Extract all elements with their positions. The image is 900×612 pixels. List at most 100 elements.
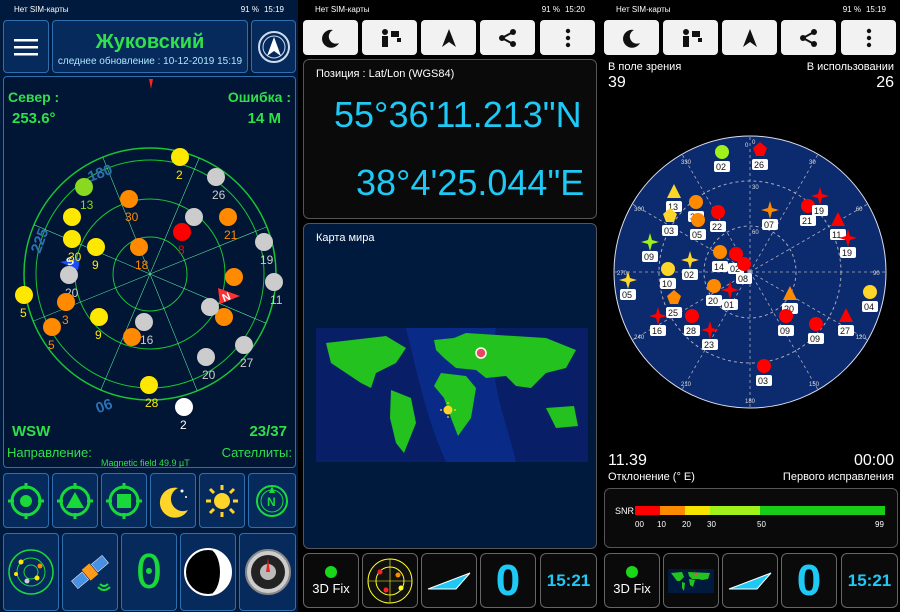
satellite-widget[interactable] — [62, 533, 118, 611]
satellite-label: 20 — [708, 296, 718, 306]
satellite-marker — [757, 359, 771, 373]
satellite-marker — [201, 298, 219, 316]
map-button[interactable] — [663, 553, 719, 608]
person-button[interactable] — [663, 20, 718, 55]
radar-widget[interactable] — [3, 533, 59, 611]
satellite-count-button[interactable]: 0 — [781, 553, 837, 608]
clock-value: 15:21 — [847, 570, 892, 590]
triangle-target-icon — [57, 482, 93, 519]
more-button[interactable] — [540, 20, 595, 55]
share-button[interactable] — [480, 20, 535, 55]
clock-button[interactable]: 15:21 — [841, 553, 898, 608]
night-mode-button[interactable] — [604, 20, 659, 55]
satellite-label: 19 — [260, 253, 274, 267]
carrier-text: Нет SIM-карты — [14, 4, 69, 14]
satellite-label: 13 — [80, 198, 94, 212]
satellite-label: 21 — [224, 228, 238, 242]
battery-text: 91 % — [842, 4, 861, 14]
satellite-marker — [87, 238, 105, 256]
satellite-label: 05 — [622, 290, 632, 300]
svg-text:N: N — [267, 495, 276, 509]
person-button[interactable] — [362, 20, 417, 55]
moon-phase-widget[interactable] — [180, 533, 236, 611]
azimuth-tick: 30 — [809, 160, 816, 166]
compass-logo-button[interactable] — [251, 20, 296, 73]
snr-tick: 20 — [682, 520, 691, 529]
satellite-label: 09 — [780, 326, 790, 336]
night-mode-button[interactable] — [150, 473, 196, 528]
satellite-marker — [63, 230, 81, 248]
satellite-label: 03 — [664, 226, 674, 236]
satellite-label: 08 — [738, 274, 748, 284]
status-bar: Нет SIM-карты 91 % 15:20 — [301, 0, 599, 18]
locate-button[interactable] — [3, 473, 49, 528]
square-button[interactable] — [101, 473, 147, 528]
satellite-label: 07 — [764, 220, 774, 230]
fix-status-button[interactable]: 3D Fix — [303, 553, 359, 608]
satellite-marker — [711, 205, 725, 219]
compass-logo-icon — [257, 30, 290, 63]
satellite-marker — [265, 273, 283, 291]
day-mode-button[interactable] — [199, 473, 245, 528]
position-panel: Позиция : Lat/Lon (WGS84) 55°36'11.213"N… — [303, 59, 597, 219]
radar-button[interactable] — [362, 553, 418, 608]
satellite-icon — [71, 554, 111, 591]
satellite-marker — [197, 348, 215, 366]
sun-icon — [206, 484, 238, 517]
digit-widget[interactable]: 0 — [121, 533, 177, 611]
share-button[interactable] — [781, 20, 836, 55]
gauge-widget[interactable] — [239, 533, 296, 611]
satellite-marker — [689, 195, 703, 209]
satellite-marker — [715, 145, 729, 159]
satellite-label: 10 — [662, 279, 672, 289]
compass-needle-button[interactable] — [722, 553, 778, 608]
satellite-marker — [130, 238, 148, 256]
triangle-button[interactable] — [52, 473, 98, 528]
satellite-count-button[interactable]: 0 — [480, 553, 536, 608]
satellite-label: 26 — [754, 160, 764, 170]
digit-display: 0 — [135, 545, 163, 599]
compass-button[interactable]: N — [248, 473, 296, 528]
magnetic-field-text: Magnetic field 49.9 µT — [101, 458, 190, 468]
status-bar: Нет SIM-карты 91 % 15:19 — [0, 0, 298, 18]
square-target-icon — [106, 482, 142, 519]
deviation-label: Отклонение (° E) — [608, 471, 695, 483]
compass-needle-button[interactable] — [421, 553, 477, 608]
battery-text: 91 % — [240, 4, 259, 14]
moon-icon — [321, 29, 339, 48]
position-label: Позиция : Lat/Lon (WGS84) — [316, 68, 455, 80]
compass-panel: Север : 253.6° Ошибка : 14 M S N 225 180 — [3, 76, 296, 468]
menu-button[interactable] — [3, 20, 49, 73]
map-title: Карта мира — [316, 232, 375, 244]
satellite-label: 27 — [840, 326, 850, 336]
satellite-label: 20 — [202, 368, 216, 382]
azimuth-tick: 330 — [681, 160, 692, 166]
satellite-marker — [15, 286, 33, 304]
fix-status-button[interactable]: 3D Fix — [604, 553, 660, 608]
world-map-panel: Карта мира — [303, 223, 597, 549]
satellite-marker — [779, 309, 793, 323]
more-button[interactable] — [841, 20, 896, 55]
satellite-marker — [235, 336, 253, 354]
ttff-value: 00:00 — [853, 452, 894, 469]
clock-button[interactable]: 15:21 — [540, 553, 597, 608]
share-icon — [498, 28, 516, 47]
satellite-marker — [219, 208, 237, 226]
clock-text: 15:19 — [865, 4, 886, 14]
navigation-button[interactable] — [421, 20, 476, 55]
night-mode-button[interactable] — [303, 20, 358, 55]
city-name: Жуковский — [95, 31, 205, 53]
satellite-label: 26 — [212, 188, 226, 202]
moon-phase-icon — [184, 548, 232, 596]
satellite-label: 19 — [842, 248, 852, 258]
elevation-tick: 30 — [752, 185, 759, 191]
clock-value: 15:21 — [546, 570, 591, 590]
navigation-button[interactable] — [722, 20, 777, 55]
satellite-label: 02 — [716, 162, 726, 172]
navigation-arrow-icon — [441, 28, 456, 47]
satellite-label: 11 — [270, 293, 283, 307]
fix-indicator-icon — [626, 566, 638, 578]
satellite-marker — [63, 208, 81, 226]
satellite-label: 01 — [724, 300, 734, 310]
latitude-value: 55°36'11.213"N — [334, 94, 582, 135]
